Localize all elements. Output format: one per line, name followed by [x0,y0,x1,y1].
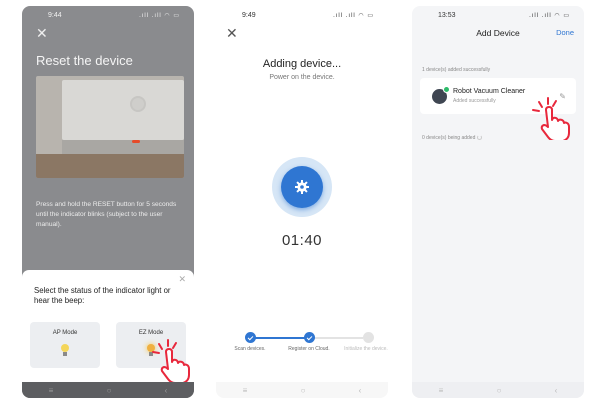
page-title: Adding device... [262,58,342,70]
reset-instruction: Press and hold the RESET button for 5 se… [36,201,177,228]
menu-nav-icon[interactable]: ≡ [49,386,54,395]
gear-icon [295,180,309,194]
status-bar: 9:44 .ıll .ıll ◠ ▭ [22,6,194,24]
device-photo [36,76,184,178]
sheet-close-icon[interactable]: ✕ [178,274,186,285]
countdown-timer: 01:40 [281,232,323,249]
phone-add-device-result: 13:53 .ıll .ıll ◠ ▭ Add Device Done 1 de… [412,6,584,398]
back-nav-icon[interactable]: ‹ [165,386,168,395]
status-time: 9:49 [242,11,256,19]
system-nav-bar: ≡ ○ ‹ [22,382,194,398]
menu-nav-icon[interactable]: ≡ [243,386,248,395]
step-label-initialize: Initialize the device. [344,346,388,352]
step-connector-done [255,337,308,339]
home-nav-icon[interactable]: ○ [497,386,502,395]
phone-reset-device: 9:44 .ıll .ıll ◠ ▭ ✕ Reset the device Pr… [22,6,194,398]
added-section-label: 1 device(s) added successfully [422,67,491,73]
menu-nav-icon[interactable]: ≡ [439,386,444,395]
close-icon[interactable]: ✕ [36,26,48,40]
status-icons: .ıll .ıll ◠ ▭ [139,12,180,19]
indicator-status-sheet: ✕ Select the status of the indicator lig… [22,270,194,382]
bulb-icon [61,344,69,352]
status-icons: .ıll .ıll ◠ ▭ [529,12,570,19]
page-title: Reset the device [36,53,133,68]
success-check-icon [443,86,450,93]
system-nav-bar: ≡ ○ ‹ [412,382,584,398]
close-icon[interactable]: ✕ [226,26,238,40]
device-name: Robot Vacuum Cleaner [453,88,526,95]
robot-vacuum-icon [432,86,450,104]
tap-hand-icon [152,339,190,382]
step-connector-todo [314,337,363,339]
device-status: Added successfully [453,98,496,104]
sheet-title: Select the status of the indicator light… [34,286,171,305]
adding-section-label: 0 device(s) being added [422,135,476,141]
back-nav-icon[interactable]: ‹ [555,386,558,395]
header: Add Device Done [412,24,584,46]
loading-spinner-icon [477,135,483,141]
status-bar: 13:53 .ıll .ıll ◠ ▭ [412,6,584,24]
status-bar: 9:49 .ıll .ıll ◠ ▭ [216,6,388,24]
phone-adding-device: 9:49 .ıll .ıll ◠ ▭ ✕ Adding device... Po… [216,6,388,398]
system-nav-bar: ≡ ○ ‹ [216,382,388,398]
adding-section: 0 device(s) being added [422,135,483,141]
page-subtitle: Power on the device. [269,74,335,81]
status-time: 9:44 [48,11,62,19]
progress-steps: Scan devices. Register on Cloud. Initial… [216,332,388,372]
step-dot-initialize [363,332,374,343]
progress-ring [272,157,332,217]
done-button[interactable]: Done [556,28,574,37]
home-nav-icon[interactable]: ○ [301,386,306,395]
back-nav-icon[interactable]: ‹ [359,386,362,395]
ez-mode-label: EZ Mode [138,330,164,336]
status-time: 13:53 [438,11,456,19]
tap-hand-icon [532,97,570,140]
home-nav-icon[interactable]: ○ [107,386,112,395]
step-dot-register [304,332,315,343]
step-label-scan: Scan devices. [234,346,266,352]
ap-mode-option[interactable]: AP Mode [30,322,100,368]
ap-mode-label: AP Mode [52,330,78,336]
reset-button-illustration [130,96,146,112]
indicator-led [132,140,140,143]
status-icons: .ıll .ıll ◠ ▭ [333,12,374,19]
step-dot-scan [245,332,256,343]
step-label-register: Register on Cloud. [288,346,330,352]
